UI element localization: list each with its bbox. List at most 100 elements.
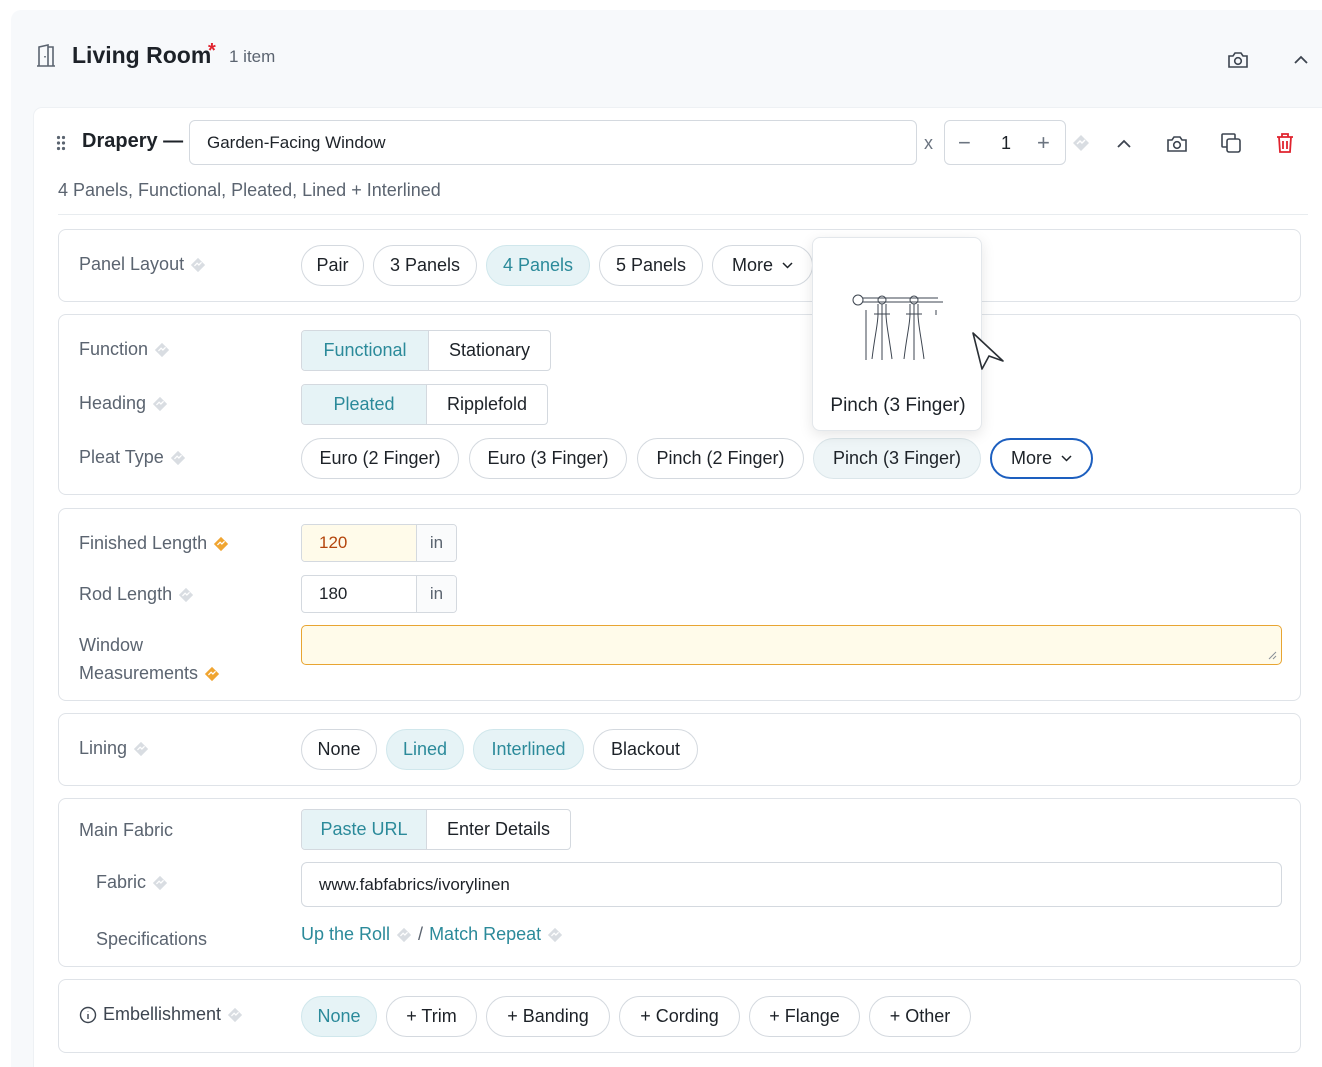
diamond-icon (548, 927, 563, 942)
rod-length-unit: in (416, 576, 456, 612)
panel-layout-label-text: Panel Layout (79, 254, 185, 274)
measurements-section: Finished Length 120 in Rod Length 180 in… (58, 508, 1301, 701)
camera-icon (1228, 52, 1248, 68)
increment-button[interactable]: + (1037, 130, 1050, 156)
room-panel: Living Room * 1 item Drapery — x − 1 + (11, 10, 1322, 1067)
resize-handle-icon[interactable] (1268, 651, 1277, 660)
pleat-type-label: Pleat Type (79, 447, 186, 468)
quantity-value[interactable]: 1 (1001, 133, 1011, 154)
quantity-times: x (924, 133, 933, 153)
info-icon[interactable] (79, 1006, 97, 1024)
rod-length-input[interactable]: 180 in (301, 575, 457, 613)
required-indicator: * (208, 40, 216, 62)
trash-icon (1277, 133, 1293, 153)
item-name-input[interactable] (189, 120, 917, 165)
function-toggle: Functional Stationary (301, 330, 551, 371)
function-label-text: Function (79, 339, 149, 359)
function-option-stationary[interactable]: Stationary (428, 331, 550, 370)
lining-option-lined[interactable]: Lined (386, 729, 464, 770)
diamond-icon (178, 587, 194, 602)
heading-option-pleated[interactable]: Pleated (302, 385, 426, 424)
panel-option-4[interactable]: 4 Panels (486, 245, 590, 286)
room-header: Living Room * 1 item (11, 10, 1322, 105)
window-measurements-textarea[interactable] (301, 625, 1282, 665)
diamond-icon (152, 875, 168, 890)
pleat-option-euro-2[interactable]: Euro (2 Finger) (301, 438, 459, 479)
diamond-icon (1073, 135, 1089, 151)
panel-option-3[interactable]: 3 Panels (373, 245, 477, 286)
copy-icon (1221, 133, 1241, 153)
style-section: Function Functional Stationary Heading P… (58, 314, 1301, 495)
chevron-up-icon (1294, 55, 1308, 64)
pleat-option-euro-3[interactable]: Euro (3 Finger) (469, 438, 627, 479)
window-measurements-label-text: Measurements (79, 663, 199, 683)
spec-separator: / (418, 924, 424, 944)
embellishment-add-flange[interactable]: + Flange (749, 996, 860, 1037)
diamond-icon (396, 927, 412, 942)
embellishment-label-text: Embellishment (103, 1004, 222, 1024)
chevron-down-icon (782, 262, 793, 269)
fabric-mode-toggle: Paste URL Enter Details (301, 809, 571, 850)
window-measurements-label-line1: Window (79, 635, 144, 655)
room-camera-button[interactable] (1225, 48, 1251, 72)
lining-section: Lining None Lined Interlined Blackout (58, 713, 1301, 786)
diamond-icon (152, 396, 168, 411)
decrement-button[interactable]: − (958, 130, 971, 156)
door-icon (37, 44, 55, 67)
rod-length-value[interactable]: 180 (302, 576, 416, 612)
heading-label-text: Heading (79, 393, 147, 413)
panel-more-label: More (731, 255, 773, 275)
up-the-roll-link[interactable]: Up the Roll (301, 924, 390, 945)
match-repeat-link[interactable]: Match Repeat (429, 924, 541, 945)
heading-option-ripplefold[interactable]: Ripplefold (426, 385, 547, 424)
embellishment-add-trim[interactable]: + Trim (386, 996, 477, 1037)
lining-label-text: Lining (79, 738, 128, 758)
main-fabric-label: Main Fabric (79, 820, 174, 840)
main-fabric-section: Main Fabric Paste URL Enter Details Fabr… (58, 798, 1301, 967)
room-title: Living Room (72, 42, 212, 68)
mouse-cursor-icon (972, 332, 1004, 370)
finished-length-label: Finished Length (79, 533, 229, 554)
embellishment-add-other[interactable]: + Other (869, 996, 971, 1037)
item-summary: 4 Panels, Functional, Pleated, Lined + I… (58, 180, 441, 200)
embellishment-add-cording[interactable]: + Cording (619, 996, 740, 1037)
function-label: Function (79, 339, 170, 360)
pleat-more-button[interactable]: More (990, 438, 1093, 479)
item-collapse-button[interactable] (1112, 134, 1136, 154)
lining-option-interlined[interactable]: Interlined (473, 729, 584, 770)
pleat-option-pinch-3[interactable]: Pinch (3 Finger) (813, 438, 981, 479)
item-camera-button[interactable] (1164, 132, 1190, 156)
drag-handle-icon[interactable] (56, 135, 66, 151)
camera-icon (1167, 136, 1187, 152)
finished-length-value[interactable]: 120 (302, 525, 416, 561)
duplicate-button[interactable] (1218, 130, 1244, 156)
fabric-url-input[interactable]: www.fabfabrics/ivorylinen (301, 862, 1282, 907)
rod-length-label-text: Rod Length (79, 584, 173, 604)
pinch-pleat-illustration (852, 294, 943, 360)
specifications-links: Up the Roll / Match Repeat (301, 924, 563, 945)
warning-diamond-icon (204, 666, 220, 681)
diamond-icon (133, 741, 149, 756)
fabric-label: Fabric (96, 872, 168, 893)
panel-layout-label: Panel Layout (79, 254, 206, 275)
lining-option-none[interactable]: None (301, 729, 377, 770)
tooltip-label: Pinch (3 Finger) (830, 395, 966, 416)
panel-option-5[interactable]: 5 Panels (599, 245, 703, 286)
pleat-more-label: More (1010, 448, 1052, 468)
item-type-label: Drapery — (82, 130, 184, 152)
embellishment-option-none[interactable]: None (301, 996, 377, 1037)
embellishment-section: Embellishment None + Trim + Banding + Co… (58, 979, 1301, 1053)
fabric-mode-paste-url[interactable]: Paste URL (302, 810, 426, 849)
fabric-mode-enter-details[interactable]: Enter Details (426, 810, 570, 849)
delete-button[interactable] (1272, 130, 1298, 156)
panel-option-pair[interactable]: Pair (301, 245, 364, 286)
lining-option-blackout[interactable]: Blackout (593, 729, 698, 770)
panel-layout-section: Panel Layout Pair 3 Panels 4 Panels 5 Pa… (58, 229, 1301, 302)
function-option-functional[interactable]: Functional (302, 331, 428, 370)
finished-length-input[interactable]: 120 in (301, 524, 457, 562)
room-collapse-button[interactable] (1289, 50, 1313, 70)
pleat-option-pinch-2[interactable]: Pinch (2 Finger) (637, 438, 804, 479)
embellishment-add-banding[interactable]: + Banding (486, 996, 610, 1037)
finished-length-label-text: Finished Length (79, 533, 208, 553)
panel-more-button[interactable]: More (712, 245, 813, 286)
